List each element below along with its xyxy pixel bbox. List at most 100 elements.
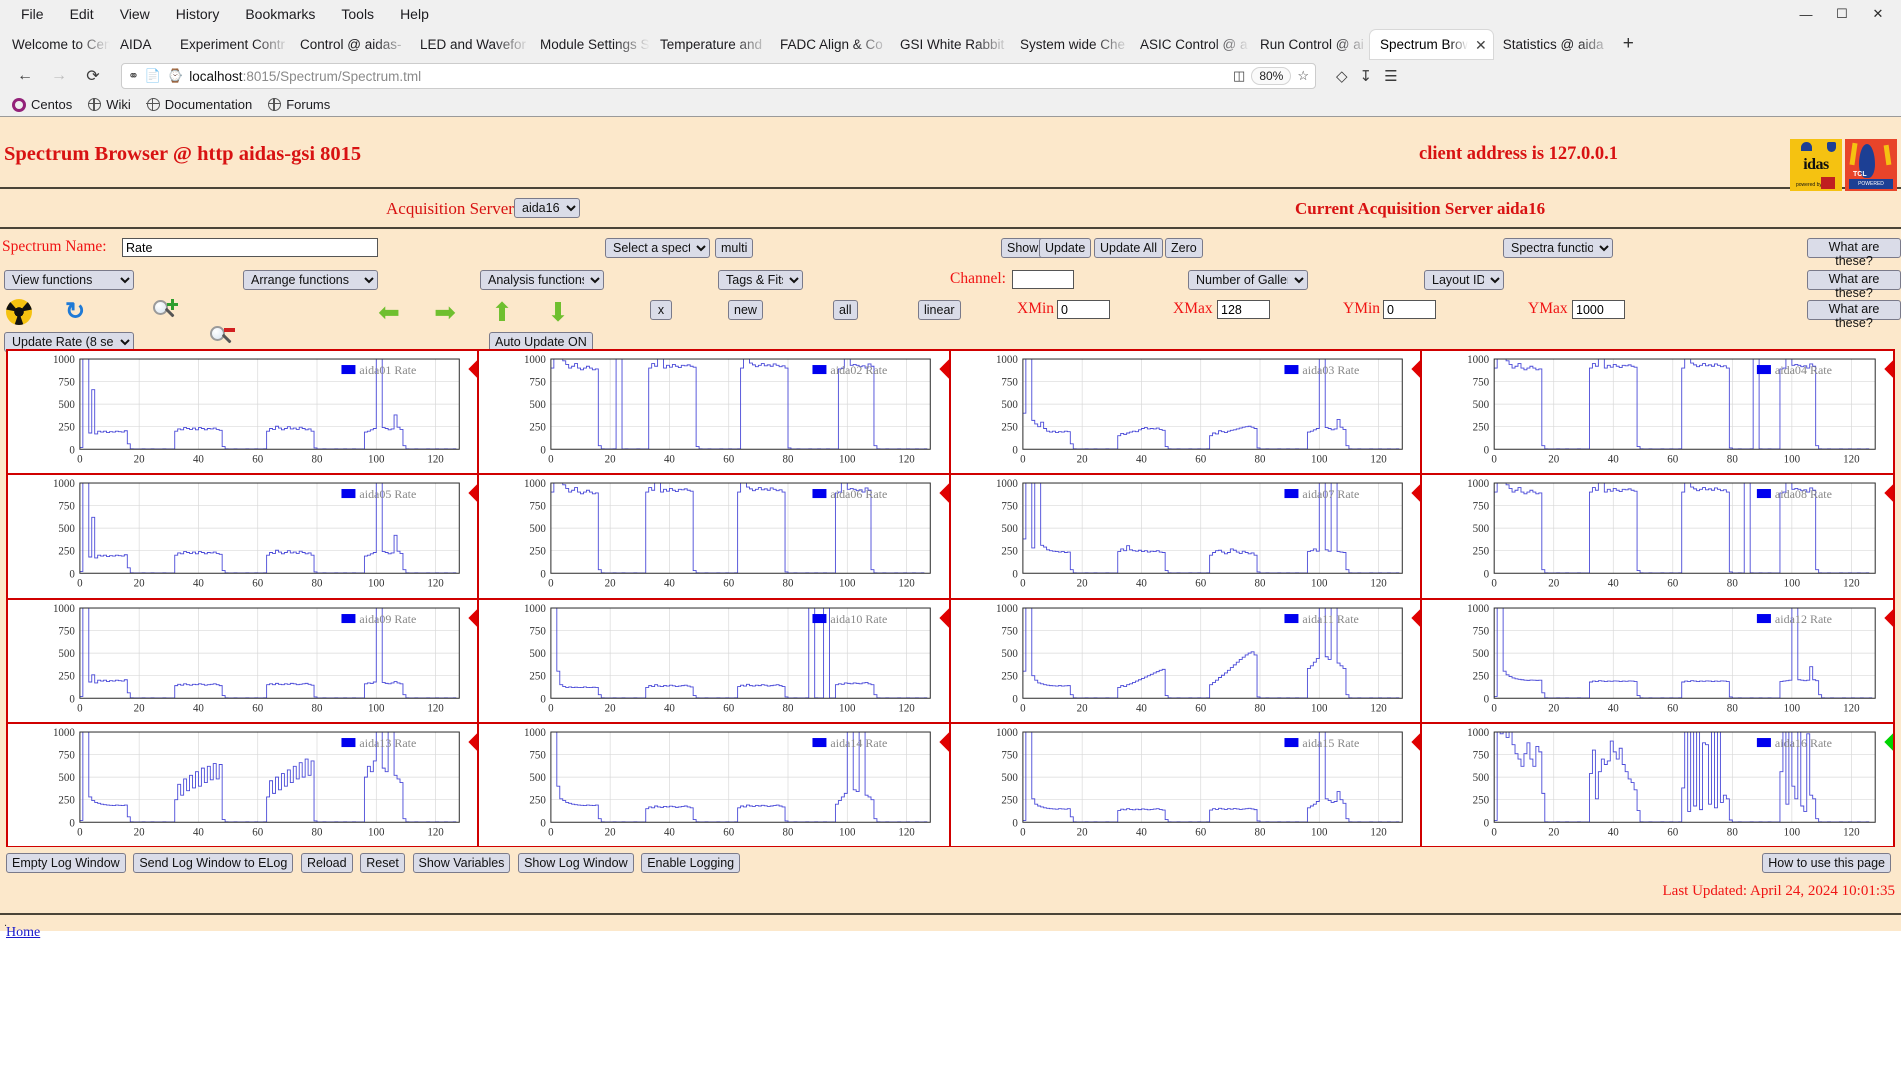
refresh-icon[interactable]: ↻ bbox=[62, 299, 88, 325]
arrange-functions-dropdown[interactable]: Arrange functions bbox=[243, 270, 378, 290]
zero-button[interactable]: Zero bbox=[1165, 238, 1203, 258]
show-variables-button[interactable]: Show Variables bbox=[413, 853, 511, 873]
bookmark-forums[interactable]: Forums bbox=[268, 97, 330, 112]
back-icon[interactable]: ← bbox=[10, 63, 40, 89]
spectrum-panel-aida05[interactable]: 02505007501000020406080100120aida05 Rate bbox=[8, 475, 479, 599]
tab-close-icon[interactable]: ✕ bbox=[1475, 38, 1487, 52]
arrow-right-icon[interactable]: ➡ bbox=[432, 299, 458, 325]
view-functions-dropdown[interactable]: View functions bbox=[4, 270, 134, 290]
menu-tools[interactable]: Tools bbox=[328, 2, 387, 26]
enable-logging-button[interactable]: Enable Logging bbox=[641, 853, 740, 873]
spectrum-panel-aida10[interactable]: 02505007501000020406080100120aida10 Rate bbox=[479, 600, 950, 724]
downloads-icon[interactable]: ↧ bbox=[1360, 67, 1373, 85]
spectrum-panel-aida04[interactable]: 02505007501000020406080100120aida04 Rate bbox=[1422, 351, 1893, 475]
multi-button[interactable]: multi bbox=[715, 238, 753, 258]
close-icon[interactable]: ✕ bbox=[1861, 2, 1895, 26]
update-button[interactable]: Update bbox=[1039, 238, 1091, 258]
how-to-use-this-page-button[interactable]: How to use this page bbox=[1762, 853, 1891, 873]
browser-tab-0[interactable]: Welcome to Cent bbox=[2, 30, 110, 59]
forward-icon[interactable]: → bbox=[44, 63, 74, 89]
what-are-these-button-1[interactable]: What are these? bbox=[1807, 238, 1901, 258]
browser-tab-3[interactable]: Control @ aidas- bbox=[290, 30, 410, 59]
spectrum-panel-aida08[interactable]: 02505007501000020406080100120aida08 Rate bbox=[1422, 475, 1893, 599]
new-button[interactable]: new bbox=[728, 300, 763, 320]
menu-bookmarks[interactable]: Bookmarks bbox=[232, 2, 328, 26]
address-bar[interactable]: ⚭ 📄 ⌚ localhost:8015/Spectrum/Spectrum.t… bbox=[121, 63, 1316, 89]
spectrum-panel-aida14[interactable]: 02505007501000020406080100120aida14 Rate bbox=[479, 724, 950, 846]
menu-file[interactable]: File bbox=[8, 2, 57, 26]
maximize-icon[interactable]: ☐ bbox=[1825, 2, 1859, 26]
app-menu-icon[interactable]: ☰ bbox=[1384, 67, 1397, 85]
browser-tab-10[interactable]: ASIC Control @ a bbox=[1130, 30, 1250, 59]
spectrum-panel-aida16[interactable]: 02505007501000020406080100120aida16 Rate bbox=[1422, 724, 1893, 846]
tags-and-fits-dropdown[interactable]: Tags & Fits bbox=[718, 270, 803, 290]
empty-log-window-button[interactable]: Empty Log Window bbox=[6, 853, 126, 873]
select-a-spectrum-dropdown[interactable]: Select a spectrum bbox=[605, 238, 710, 258]
minimize-icon[interactable]: — bbox=[1789, 2, 1823, 26]
browser-tab-11[interactable]: Run Control @ ai bbox=[1250, 30, 1370, 59]
x-button[interactable]: x bbox=[650, 300, 672, 320]
spectrum-panel-aida13[interactable]: 02505007501000020406080100120aida13 Rate bbox=[8, 724, 479, 846]
spectrum-panel-aida15[interactable]: 02505007501000020406080100120aida15 Rate bbox=[951, 724, 1422, 846]
browser-tab-5[interactable]: Module Settings S bbox=[530, 30, 650, 59]
menu-help[interactable]: Help bbox=[387, 2, 442, 26]
spectrum-panel-aida01[interactable]: 02505007501000020406080100120aida01 Rate bbox=[8, 351, 479, 475]
arrow-up-icon[interactable]: ⬆ bbox=[489, 299, 515, 325]
spectrum-panel-aida06[interactable]: 02505007501000020406080100120aida06 Rate bbox=[479, 475, 950, 599]
browser-tab-1[interactable]: AIDA bbox=[110, 30, 170, 59]
show-log-window-button[interactable]: Show Log Window bbox=[518, 853, 634, 873]
ymin-input[interactable] bbox=[1383, 300, 1436, 319]
number-of-galleries-dropdown[interactable]: Number of Galleries bbox=[1188, 270, 1308, 290]
spectrum-panel-aida11[interactable]: 02505007501000020406080100120aida11 Rate bbox=[951, 600, 1422, 724]
menu-view[interactable]: View bbox=[107, 2, 163, 26]
spectrum-panel-aida07[interactable]: 02505007501000020406080100120aida07 Rate bbox=[951, 475, 1422, 599]
zoom-level-badge[interactable]: 80% bbox=[1251, 67, 1291, 85]
reload-button[interactable]: Reload bbox=[301, 853, 353, 873]
bookmark-centos[interactable]: Centos bbox=[12, 97, 72, 112]
channel-input[interactable] bbox=[1012, 270, 1074, 289]
arrow-left-icon[interactable]: ⬅ bbox=[376, 299, 402, 325]
all-button[interactable]: all bbox=[833, 300, 858, 320]
spectrum-name-input[interactable] bbox=[122, 238, 378, 257]
what-are-these-button-2[interactable]: What are these? bbox=[1807, 270, 1901, 290]
show-button[interactable]: Show bbox=[1001, 238, 1044, 258]
arrow-down-icon[interactable]: ⬇ bbox=[545, 299, 571, 325]
acquisition-server-select[interactable]: aida16 bbox=[514, 198, 580, 218]
pocket-icon[interactable]: ◇ bbox=[1336, 67, 1348, 85]
ymax-input[interactable] bbox=[1572, 300, 1625, 319]
browser-tab-7[interactable]: FADC Align & Co bbox=[770, 30, 890, 59]
spectrum-panel-aida12[interactable]: 02505007501000020406080100120aida12 Rate bbox=[1422, 600, 1893, 724]
browser-tab-9[interactable]: System wide Che bbox=[1010, 30, 1130, 59]
radiation-icon[interactable] bbox=[6, 299, 32, 325]
layout-id-dropdown[interactable]: Layout ID=1 bbox=[1424, 270, 1504, 290]
menu-history[interactable]: History bbox=[163, 2, 233, 26]
linear-button[interactable]: linear bbox=[918, 300, 961, 320]
browser-tab-2[interactable]: Experiment Contr bbox=[170, 30, 290, 59]
bookmark-star-icon[interactable]: ☆ bbox=[1297, 68, 1309, 84]
browser-tab-13[interactable]: Statistics @ aida bbox=[1493, 30, 1613, 59]
reset-button[interactable]: Reset bbox=[360, 853, 405, 873]
reload-icon[interactable]: ⟳ bbox=[78, 63, 108, 89]
spectrum-panel-aida09[interactable]: 02505007501000020406080100120aida09 Rate bbox=[8, 600, 479, 724]
what-are-these-button-3[interactable]: What are these? bbox=[1807, 300, 1901, 320]
menu-edit[interactable]: Edit bbox=[57, 2, 107, 26]
spectrum-panel-aida02[interactable]: 02505007501000020406080100120aida02 Rate bbox=[479, 351, 950, 475]
new-tab-button[interactable]: + bbox=[1613, 33, 1644, 59]
zoom-in-icon[interactable] bbox=[152, 299, 178, 325]
reader-mode-icon[interactable]: ◫ bbox=[1233, 68, 1245, 84]
xmax-input[interactable] bbox=[1217, 300, 1270, 319]
browser-tab-6[interactable]: Temperature and bbox=[650, 30, 770, 59]
zoom-out-icon[interactable] bbox=[209, 325, 235, 351]
bookmark-wiki[interactable]: Wiki bbox=[88, 97, 131, 112]
bookmark-documentation[interactable]: Documentation bbox=[147, 97, 252, 112]
xmin-input[interactable] bbox=[1057, 300, 1110, 319]
analysis-functions-dropdown[interactable]: Analysis functions bbox=[480, 270, 604, 290]
update-all-button[interactable]: Update All bbox=[1094, 238, 1163, 258]
send-log-window-to-elog-button[interactable]: Send Log Window to ELog bbox=[133, 853, 293, 873]
spectrum-panel-aida03[interactable]: 02505007501000020406080100120aida03 Rate bbox=[951, 351, 1422, 475]
home-link[interactable]: Home bbox=[6, 925, 40, 941]
browser-tab-8[interactable]: GSI White Rabbit bbox=[890, 30, 1010, 59]
browser-tab-12-active[interactable]: Spectrum Brow ✕ bbox=[1370, 30, 1493, 59]
browser-tab-4[interactable]: LED and Wavefor bbox=[410, 30, 530, 59]
spectra-functions-dropdown[interactable]: Spectra functions bbox=[1503, 238, 1613, 258]
